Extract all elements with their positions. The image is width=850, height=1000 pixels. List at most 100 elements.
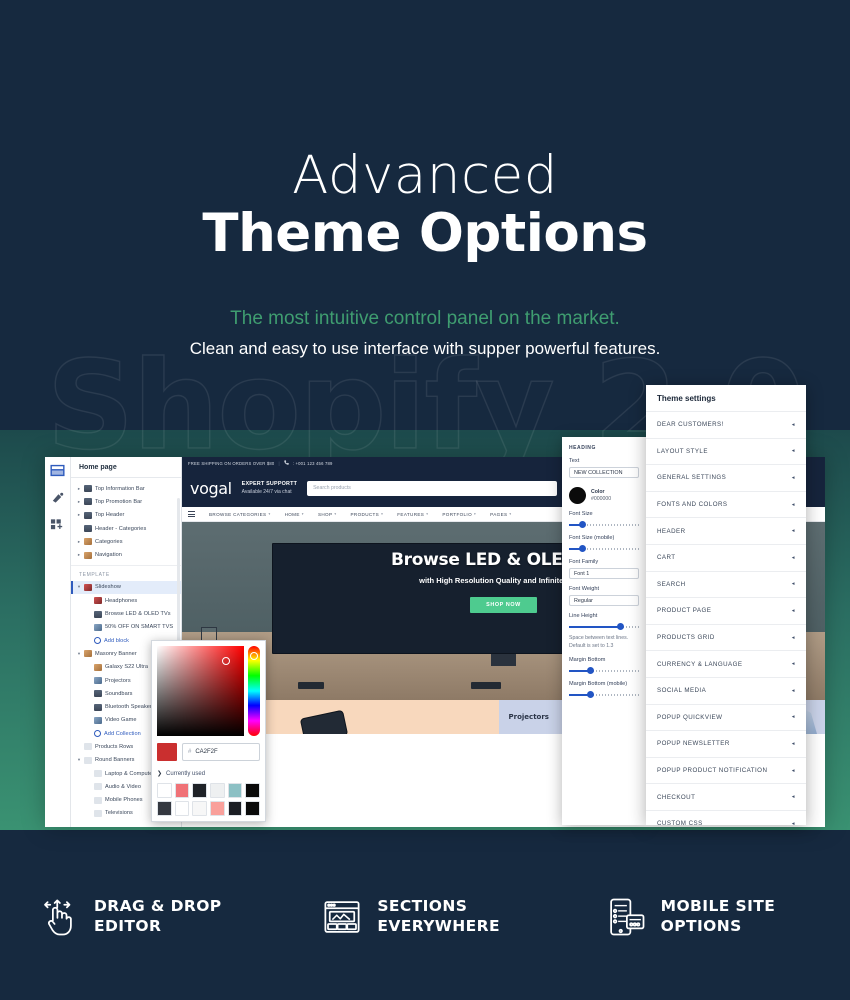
tree-item-label: Slideshow	[95, 584, 121, 591]
nav-item[interactable]: HOME ▾	[285, 512, 304, 517]
hex-prefix: #	[188, 749, 192, 755]
color-swatch-circle[interactable]	[569, 487, 586, 504]
apps-icon[interactable]	[50, 518, 66, 531]
chevron-left-icon: ◂	[791, 794, 795, 801]
support-title: EXPERT SUPPORTT	[241, 481, 298, 488]
hex-input[interactable]: # CA2F2F	[182, 743, 260, 761]
color-swatch[interactable]	[210, 801, 225, 816]
margin-bottom-slider[interactable]	[569, 667, 639, 675]
theme-settings-row[interactable]: SOCIAL MEDIA ◂	[646, 676, 806, 704]
nav-item[interactable]: SHOP ▾	[318, 512, 337, 517]
tree-item-label: Mobile Phones	[105, 797, 143, 804]
chevron-left-icon: ◂	[791, 501, 795, 508]
color-picker-popover[interactable]: # CA2F2F ❯ Currently used	[151, 640, 266, 822]
font-size-slider[interactable]	[569, 521, 639, 528]
nav-item[interactable]: BROWSE CATEGORIES ▾	[209, 512, 271, 517]
theme-settings-row[interactable]: GENERAL SETTINGS ◂	[646, 464, 806, 491]
hue-handle[interactable]	[250, 652, 259, 660]
color-swatch[interactable]	[157, 783, 172, 798]
sidebar-tree-item[interactable]: ▸ Top Header	[71, 509, 181, 522]
sidebar-tree-item[interactable]: Header - Categories	[71, 522, 181, 535]
caret-right-icon[interactable]: ▸	[77, 499, 81, 505]
caret-right-icon[interactable]: ▸	[77, 512, 81, 518]
color-swatch[interactable]	[192, 801, 207, 816]
currently-used-toggle[interactable]: ❯ Currently used	[157, 770, 260, 778]
theme-settings-row-label: DEAR CUSTOMERS!	[657, 421, 724, 429]
theme-settings-row[interactable]: LAYOUT STYLE ◂	[646, 437, 806, 465]
theme-settings-row[interactable]: SEARCH ◂	[646, 570, 806, 598]
tree-item-thumbnail	[84, 743, 92, 751]
color-swatch[interactable]	[227, 783, 243, 798]
theme-settings-row[interactable]: CUSTOM CSS ◂	[646, 809, 806, 825]
hamburger-icon[interactable]	[188, 511, 195, 517]
theme-settings-row[interactable]: PRODUCTS GRID ◂	[646, 623, 806, 651]
font-weight-select[interactable]: Regular	[569, 595, 639, 606]
caret-right-icon[interactable]: ▸	[77, 539, 81, 545]
sidebar-tree-item[interactable]: ▸ Top Promotion Bar	[71, 495, 181, 508]
sidebar-tree-item[interactable]: Browse LED & OLED TVs	[71, 607, 181, 620]
nav-item[interactable]: PAGES ▾	[490, 512, 511, 517]
nav-item-label: FEATURES	[397, 511, 425, 517]
hero-title-light: Advanced	[292, 145, 558, 206]
theme-settings-row-label: SEARCH	[657, 580, 686, 588]
caret-down-icon[interactable]: ▾	[77, 651, 81, 657]
caret-right-icon[interactable]: ▸	[77, 552, 81, 558]
color-swatch[interactable]	[192, 783, 207, 798]
phone-icon	[284, 460, 289, 466]
sidebar-tree-item[interactable]: ▸ Top Information Bar	[71, 482, 181, 495]
theme-settings-row[interactable]: CURRENCY & LANGUAGE ◂	[646, 650, 806, 677]
color-swatch[interactable]	[174, 801, 190, 816]
color-swatch[interactable]	[227, 801, 243, 816]
chevron-left-icon: ◂	[791, 740, 795, 747]
theme-settings-row[interactable]: FONTS AND COLORS ◂	[646, 490, 806, 518]
margin-bottom-mobile-slider[interactable]	[569, 691, 639, 699]
caret-right-icon[interactable]: ▸	[77, 486, 81, 492]
search-input[interactable]: Search products	[307, 480, 558, 496]
font-size-mobile-slider[interactable]	[569, 545, 639, 552]
color-swatch[interactable]	[245, 801, 260, 816]
text-field-input[interactable]: NEW COLLECTION	[569, 467, 639, 478]
theme-settings-row[interactable]: DEAR CUSTOMERS! ◂	[646, 411, 806, 438]
theme-settings-row[interactable]: POPUP QUICKVIEW ◂	[646, 703, 806, 731]
shop-now-button[interactable]: SHOP NOW	[470, 597, 537, 614]
feature-sections: SECTIONS EVERYWHERE	[283, 896, 566, 938]
caret-down-icon[interactable]: ▾	[77, 584, 81, 590]
chevron-left-icon: ◂	[791, 661, 795, 668]
color-swatch[interactable]	[157, 801, 172, 816]
sidebar-tree-item[interactable]: ▸ Categories	[71, 535, 181, 548]
feature-mobile-line1: MOBILE SITE	[660, 897, 776, 916]
line-height-slider[interactable]	[569, 623, 639, 630]
sidebar-tree-item[interactable]: Headphones	[71, 594, 181, 607]
theme-settings-row[interactable]: HEADER ◂	[646, 517, 806, 544]
nav-item[interactable]: PRODUCTS ▾	[351, 512, 384, 517]
theme-settings-row[interactable]: CHECKOUT ◂	[646, 783, 806, 810]
sidebar-tree-item[interactable]: 50% OFF ON SMART TVS	[71, 621, 181, 634]
theme-settings-row[interactable]: PRODUCT PAGE ◂	[646, 597, 806, 624]
theme-settings-icon[interactable]	[50, 491, 66, 504]
theme-settings-row[interactable]: POPUP PRODUCT NOTIFICATION ◂	[646, 756, 806, 784]
color-swatch[interactable]	[245, 783, 260, 798]
tree-item-label: Soundbars	[105, 690, 133, 697]
sidebar-tree-item[interactable]: ▸ Navigation	[71, 548, 181, 561]
font-family-select[interactable]: Font 1	[569, 568, 639, 579]
caret-down-icon[interactable]: ▾	[77, 757, 81, 763]
topbar-shipping-text: FREE SHIPPING ON ORDERS OVER $80	[188, 460, 275, 466]
nav-item[interactable]: FEATURES ▾	[397, 512, 428, 517]
nav-item[interactable]: PORTFOLIO ▾	[442, 512, 476, 517]
color-setting-row[interactable]: Color #000000	[569, 487, 639, 504]
color-swatch[interactable]	[174, 783, 190, 798]
saturation-handle[interactable]	[222, 657, 231, 665]
saturation-value-field[interactable]	[157, 646, 245, 736]
sections-icon[interactable]	[50, 464, 66, 477]
sidebar-tree-item[interactable]: ▾ Slideshow	[71, 580, 181, 595]
hero-title-bold: Theme Options	[202, 203, 648, 265]
hero-subtitle-white: Clean and easy to use interface with sup…	[189, 339, 661, 359]
theme-settings-row[interactable]: CART ◂	[646, 543, 806, 571]
hue-slider[interactable]	[248, 646, 260, 736]
feature-sections-line1: SECTIONS	[377, 897, 468, 916]
tree-item-label: Masonry Banner	[95, 650, 137, 657]
theme-settings-row[interactable]: POPUP NEWSLETTER ◂	[646, 730, 806, 757]
tree-item-thumbnail	[94, 703, 102, 711]
theme-settings-title: Theme settings	[657, 394, 716, 403]
color-swatch[interactable]	[210, 783, 225, 798]
